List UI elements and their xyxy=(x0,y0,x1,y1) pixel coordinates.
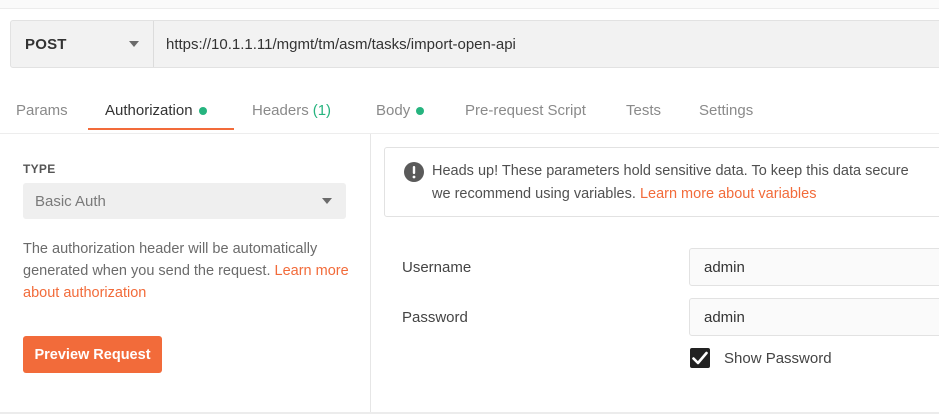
auth-help-description: The authorization header will be automat… xyxy=(23,241,318,279)
top-strip xyxy=(0,0,939,9)
status-dot-icon xyxy=(416,106,425,115)
learn-more-variables-link[interactable]: Learn more about variables xyxy=(640,186,817,202)
notice-text: Heads up! These parameters hold sensitiv… xyxy=(432,160,909,206)
tab-tests[interactable]: Tests xyxy=(626,102,661,119)
status-dot-icon xyxy=(198,106,207,115)
checkmark-icon xyxy=(692,351,708,365)
password-label: Password xyxy=(402,309,468,326)
tab-pre-request-script[interactable]: Pre-request Script xyxy=(465,102,586,119)
tab-label: Tests xyxy=(626,102,662,119)
request-bar: POST xyxy=(10,20,939,68)
tab-headers[interactable]: Headers (1) xyxy=(252,102,331,119)
tab-body[interactable]: Body xyxy=(376,102,425,119)
active-tab-indicator xyxy=(88,128,234,130)
show-password-checkbox[interactable] xyxy=(690,348,710,368)
password-field[interactable] xyxy=(689,298,939,336)
tab-settings[interactable]: Settings xyxy=(699,102,753,119)
auth-type-select[interactable]: Basic Auth xyxy=(23,183,346,219)
username-field[interactable] xyxy=(689,248,939,286)
info-icon xyxy=(404,162,424,182)
tab-params[interactable]: Params xyxy=(16,102,68,119)
method-select[interactable]: POST xyxy=(11,21,154,67)
method-label: POST xyxy=(25,35,67,53)
notice-line-1: Heads up! These parameters hold sensitiv… xyxy=(432,163,909,179)
auth-type-panel: TYPE Basic Auth The authorization header… xyxy=(0,134,371,414)
tab-label: Pre-request Script xyxy=(465,102,586,119)
url-input[interactable] xyxy=(154,21,939,67)
tab-count-badge: (1) xyxy=(312,102,332,119)
tab-label: Authorization xyxy=(105,102,193,119)
tab-label: Headers xyxy=(252,102,309,119)
notice-line-2-text: we recommend using variables. xyxy=(432,186,636,202)
tab-label: Params xyxy=(16,102,68,119)
auth-type-value: Basic Auth xyxy=(35,192,106,210)
chevron-down-icon xyxy=(129,41,139,47)
auth-help-text: The authorization header will be automat… xyxy=(23,238,358,304)
chevron-down-icon xyxy=(322,198,332,204)
notice-line-2: we recommend using variables. Learn more… xyxy=(432,183,909,206)
username-label: Username xyxy=(402,259,472,276)
request-tabs: Params Authorization Headers (1) Body Pr… xyxy=(0,92,939,132)
tab-label: Body xyxy=(376,102,411,119)
tab-label: Settings xyxy=(699,102,754,119)
auth-type-label: TYPE xyxy=(23,162,56,176)
sensitive-data-notice: Heads up! These parameters hold sensitiv… xyxy=(384,147,939,217)
preview-request-button[interactable]: Preview Request xyxy=(23,336,162,373)
show-password-label: Show Password xyxy=(724,350,832,367)
tab-authorization[interactable]: Authorization xyxy=(105,102,207,119)
